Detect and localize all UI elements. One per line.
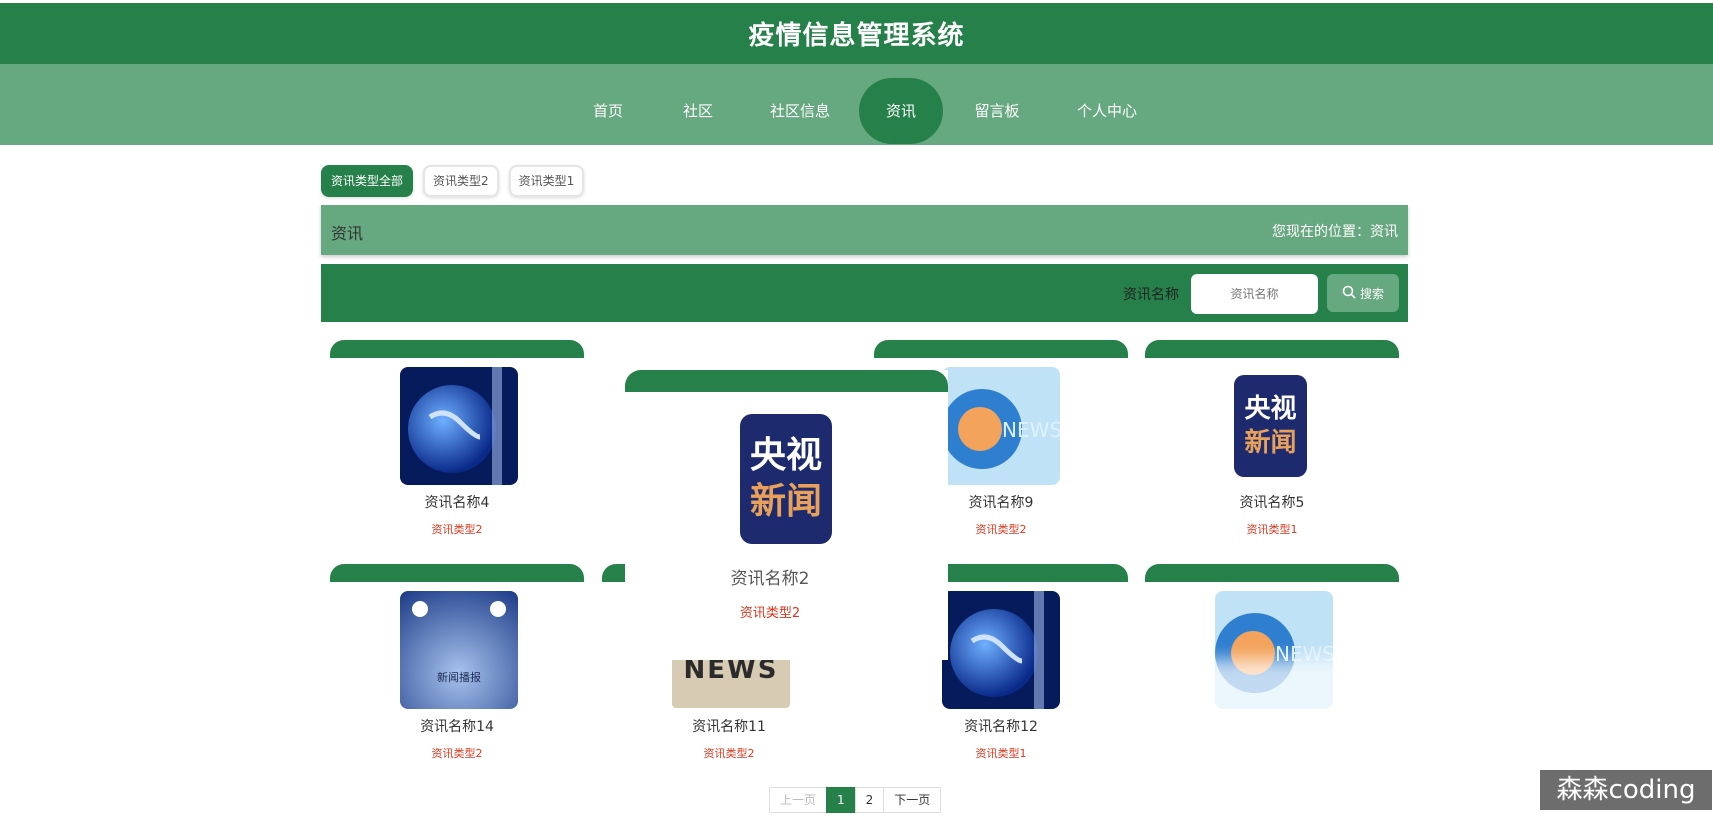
news-card[interactable]: 新闻播报 资讯名称14 资讯类型2 — [330, 564, 584, 764]
preview-type: 资讯类型2 — [739, 606, 801, 621]
preview-name: 资讯名称2 — [730, 569, 810, 589]
nav-community-info[interactable]: 社区信息 — [765, 78, 835, 144]
card-name: 资讯名称5 — [1239, 495, 1305, 511]
card-name: 资讯名称4 — [424, 495, 490, 511]
card-cap — [1145, 340, 1399, 358]
news-image-globe — [400, 367, 518, 485]
search-button[interactable]: 搜索 — [1327, 274, 1399, 312]
card-cap — [874, 340, 1128, 358]
main-nav: 首页 社区 社区信息 资讯 留言板 个人中心 — [0, 64, 1713, 145]
logo-line-2: 新闻 — [749, 481, 822, 522]
card-type: 资讯类型2 — [703, 747, 755, 760]
news-card[interactable]: 央视 新闻 资讯名称5 资讯类型1 — [1145, 340, 1399, 540]
nav-home[interactable]: 首页 — [585, 78, 631, 144]
card-name: 资讯名称12 — [964, 719, 1038, 735]
preview-cap — [625, 370, 948, 392]
card-hover-preview[interactable]: 央视 新闻 资讯名称2 资讯类型2 — [625, 370, 948, 660]
cctv-news-logo: 央视 新闻 — [1234, 375, 1307, 477]
breadcrumb: 资讯 您现在的位置：资讯 — [321, 205, 1408, 255]
next-page-button[interactable]: 下一页 — [883, 787, 942, 813]
nav-community[interactable]: 社区 — [675, 78, 721, 144]
page-1[interactable]: 1 — [826, 787, 856, 813]
card-type: 资讯类型2 — [431, 747, 483, 760]
news-image-globe — [942, 591, 1060, 709]
search-input[interactable] — [1191, 274, 1318, 314]
card-name: 资讯名称11 — [692, 719, 766, 735]
filter-all[interactable]: 资讯类型全部 — [321, 165, 414, 197]
section-title: 资讯 — [331, 224, 364, 243]
card-type: 资讯类型1 — [1246, 523, 1298, 536]
nav-message-board[interactable]: 留言板 — [969, 78, 1025, 144]
card-cap — [330, 564, 584, 582]
card-name: 资讯名称14 — [420, 719, 494, 735]
filter-type1[interactable]: 资讯类型1 — [508, 165, 585, 197]
prev-page-button[interactable]: 上一页 — [769, 787, 828, 813]
search-bar: 资讯名称 搜索 — [321, 264, 1408, 322]
search-icon — [1342, 285, 1356, 302]
pagination: 上一页 1 2 下一页 — [769, 787, 942, 813]
news-image-stage: 新闻播报 — [400, 591, 518, 709]
svg-text:NEWS: NEWS — [1002, 418, 1060, 442]
filter-type2[interactable]: 资讯类型2 — [423, 165, 499, 197]
page-2[interactable]: 2 — [854, 787, 885, 813]
watermark: 森森coding — [1540, 770, 1712, 810]
cctv-news-logo: 央视 新闻 — [740, 414, 832, 544]
location-text: 您现在的位置：资讯 — [1272, 224, 1398, 240]
app-title: 疫情信息管理系统 — [748, 21, 965, 51]
search-button-label: 搜索 — [1359, 286, 1384, 301]
search-label: 资讯名称 — [1123, 287, 1179, 303]
card-cap — [1145, 564, 1399, 582]
card-type: 资讯类型1 — [975, 747, 1027, 760]
stage-caption: 新闻播报 — [437, 671, 481, 684]
card-type: 资讯类型2 — [431, 523, 483, 536]
news-card[interactable]: 资讯名称4 资讯类型2 — [330, 340, 584, 540]
nav-personal-center[interactable]: 个人中心 — [1072, 78, 1142, 144]
news-card-blurred[interactable]: NEWS — [1145, 564, 1399, 764]
logo-line-2: 新闻 — [1244, 428, 1297, 458]
blur-overlay — [1200, 659, 1350, 759]
news-image-news-orb: NEWS — [942, 367, 1060, 485]
app-header: 疫情信息管理系统 — [0, 3, 1713, 64]
nav-news[interactable]: 资讯 — [859, 78, 943, 144]
card-cap — [330, 340, 584, 358]
logo-line-1: 央视 — [749, 435, 822, 476]
logo-line-1: 央视 — [1244, 394, 1297, 424]
type-filters: 资讯类型全部 资讯类型2 资讯类型1 — [321, 165, 585, 197]
